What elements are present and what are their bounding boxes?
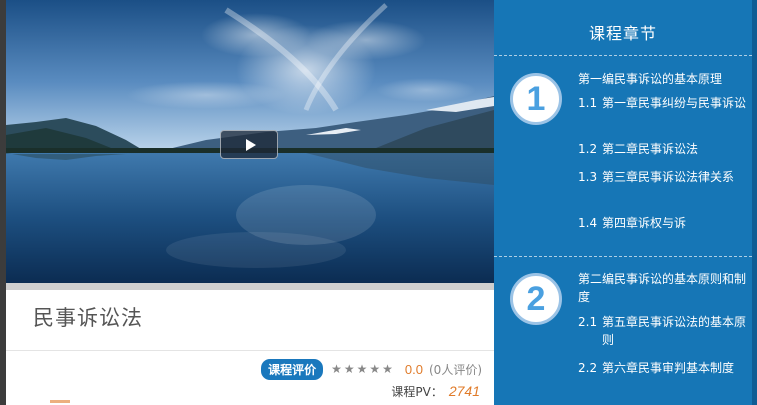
course-title: 民事诉讼法 — [33, 306, 143, 330]
sidebar-title: 课程章节 — [588, 24, 657, 43]
divider — [494, 256, 752, 257]
page-views: 课程PV： 2741 — [391, 383, 480, 400]
info-divider — [6, 350, 494, 351]
chapter-title: 第二章民事诉讼法 — [602, 142, 699, 156]
part-title[interactable]: 第二编民事诉讼的基本原则和制度 — [578, 270, 746, 306]
sidebar-scroll-strip[interactable] — [752, 0, 757, 405]
chapter-title: 第六章民事审判基本制度 — [602, 361, 735, 375]
course-rating-button[interactable]: 课程评价 — [261, 358, 324, 380]
course-info-panel: 民事诉讼法 课程评价 ★ ★ ★ ★ ★ 0.0 (0人评价) 课程PV： 27… — [6, 290, 494, 405]
play-icon — [245, 138, 256, 151]
chapter-item[interactable]: 1.2 第二章民事诉讼法 — [578, 140, 748, 158]
rating-count: (0人评价) — [429, 362, 482, 377]
pv-value: 2741 — [448, 383, 480, 399]
chapter-title: 第五章民事诉讼法的基本原则 — [602, 315, 747, 347]
chapter-number: 2.1 — [578, 315, 598, 329]
chapter-number: 1.4 — [578, 216, 598, 230]
star-icon[interactable]: ★ — [382, 362, 393, 376]
star-icon[interactable]: ★ — [369, 362, 380, 376]
chapter-item[interactable]: 1.3 第三章民事诉讼法律关系 — [578, 168, 748, 186]
chapter-number: 1.1 — [578, 96, 598, 110]
rating-score: 0.0 — [404, 361, 423, 377]
cropped-fragment — [50, 400, 70, 403]
video-progress-bar[interactable] — [6, 283, 494, 290]
chapter-title: 第一章民事纠纷与民事诉讼 — [602, 96, 747, 110]
star-icon[interactable]: ★ — [344, 362, 355, 376]
part-number-badge: 1 — [510, 73, 562, 125]
pv-label: 课程PV： — [391, 385, 443, 399]
chapter-number: 1.2 — [578, 142, 598, 156]
divider — [494, 55, 752, 56]
chapter-title: 第三章民事诉讼法律关系 — [602, 170, 735, 184]
chapter-number: 2.2 — [578, 361, 598, 375]
chapter-sidebar: 课程章节 1 第一编民事诉讼的基本原理 1.1 第一章民事纠纷与民事诉讼 1.2… — [494, 0, 757, 405]
star-icon[interactable]: ★ — [357, 362, 368, 376]
rating-stars[interactable]: ★ ★ ★ ★ ★ — [331, 362, 395, 376]
chapter-number: 1.3 — [578, 170, 598, 184]
chapter-item[interactable]: 2.1 第五章民事诉讼法的基本原则 — [578, 313, 748, 349]
rating-row: 课程评价 ★ ★ ★ ★ ★ 0.0 (0人评价) — [261, 358, 482, 380]
chapter-item[interactable]: 1.1 第一章民事纠纷与民事诉讼 — [578, 94, 748, 112]
chapter-item[interactable]: 2.2 第六章民事审判基本制度 — [578, 359, 748, 377]
play-button[interactable] — [220, 130, 278, 159]
part-number-badge: 2 — [510, 273, 562, 325]
chapter-item[interactable]: 1.4 第四章诉权与诉 — [578, 214, 748, 232]
part-title[interactable]: 第一编民事诉讼的基本原理 — [578, 70, 746, 88]
chapter-title: 第四章诉权与诉 — [602, 216, 687, 230]
video-player[interactable] — [6, 0, 494, 283]
star-icon[interactable]: ★ — [331, 362, 342, 376]
